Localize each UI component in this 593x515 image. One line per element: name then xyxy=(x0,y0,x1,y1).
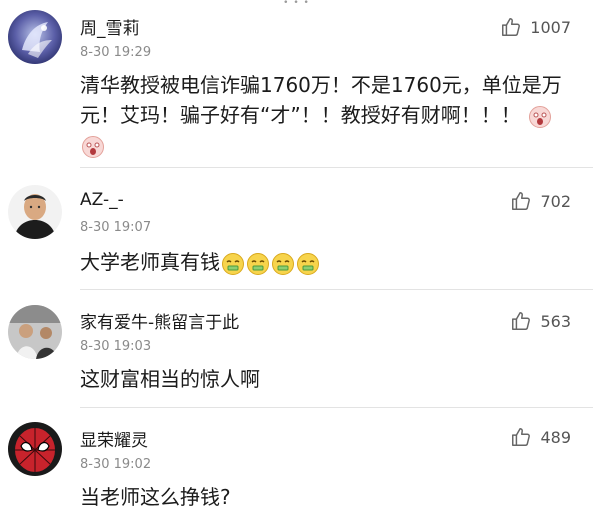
username[interactable]: AZ-_- xyxy=(80,190,124,210)
like-button[interactable]: 1007 xyxy=(500,14,571,40)
avatar[interactable] xyxy=(8,10,62,64)
comment-item: 显荣耀灵 8-30 19:02 489 当老师这么挣钱? xyxy=(0,408,593,515)
like-count: 702 xyxy=(540,191,571,211)
like-count: 563 xyxy=(540,311,571,331)
timestamp: 8-30 19:07 xyxy=(80,220,152,235)
like-count: 1007 xyxy=(530,17,571,37)
timestamp: 8-30 19:03 xyxy=(80,339,152,354)
comment-item: 周_雪莉 8-30 19:29 1007 清华教授被电信诈骗1760万！不是17… xyxy=(0,0,593,168)
comment-item: AZ-_- 8-30 19:07 702 大学老师真有钱 xyxy=(0,168,593,290)
username[interactable]: 家有爱牛-熊留言于此 xyxy=(80,308,239,333)
avatar[interactable] xyxy=(8,305,62,359)
timestamp: 8-30 19:29 xyxy=(80,45,152,60)
comment-text: 这财富相当的惊人啊 xyxy=(80,367,260,391)
comment-text: 大学老师真有钱 xyxy=(80,247,567,277)
like-button[interactable]: 489 xyxy=(510,424,571,450)
comment-text: 当老师这么挣钱? xyxy=(80,485,231,509)
avatar[interactable] xyxy=(8,422,62,476)
avatar[interactable] xyxy=(8,185,62,239)
shocked-face-icon xyxy=(81,135,105,159)
like-button[interactable]: 563 xyxy=(510,308,571,334)
thumbs-up-icon xyxy=(500,16,522,38)
money-mouth-face-icon xyxy=(246,252,270,276)
money-mouth-face-icon xyxy=(221,252,245,276)
username[interactable]: 周_雪莉 xyxy=(80,14,140,39)
timestamp: 8-30 19:02 xyxy=(80,457,152,472)
shocked-face-icon xyxy=(528,105,552,129)
thumbs-up-icon xyxy=(510,426,532,448)
like-button[interactable]: 702 xyxy=(510,188,571,214)
comment-item: 家有爱牛-熊留言于此 8-30 19:03 563 这财富相当的惊人啊 xyxy=(0,290,593,408)
money-mouth-face-icon xyxy=(296,252,320,276)
like-count: 489 xyxy=(540,427,571,447)
comment-text: 清华教授被电信诈骗1760万！不是1760元，单位是万元！艾玛！骗子好有“才”！… xyxy=(80,70,567,160)
username[interactable]: 显荣耀灵 xyxy=(80,426,148,451)
thumbs-up-icon xyxy=(510,310,532,332)
money-mouth-face-icon xyxy=(271,252,295,276)
thumbs-up-icon xyxy=(510,190,532,212)
